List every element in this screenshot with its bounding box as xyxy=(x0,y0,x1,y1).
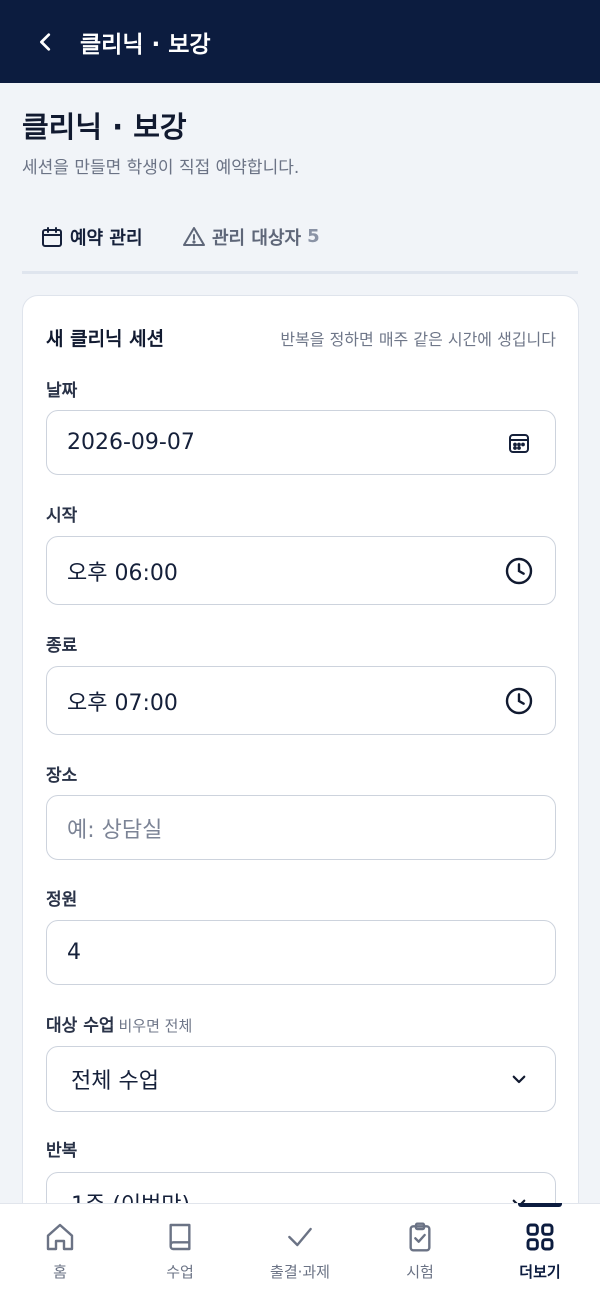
page-title: 클리닉 · 보강 xyxy=(22,110,187,144)
nav-label: 시험 xyxy=(406,1263,434,1281)
active-indicator xyxy=(518,1203,562,1207)
card-hint: 반복을 정하면 매주 같은 시간에 생깁니다 xyxy=(280,330,556,349)
nav-classes[interactable]: 수업 xyxy=(120,1204,240,1298)
home-icon xyxy=(44,1219,76,1255)
nav-label: 더보기 xyxy=(519,1263,561,1281)
capacity-input[interactable]: 4 xyxy=(46,920,556,985)
date-input[interactable]: 2026-09-07 xyxy=(46,410,556,475)
capacity-value: 4 xyxy=(67,940,81,965)
nav-label: 수업 xyxy=(166,1263,194,1281)
start-time-value: 오후 06:00 xyxy=(67,560,178,586)
chevron-left-icon xyxy=(40,32,51,51)
date-value: 2026-09-07 xyxy=(67,430,195,455)
place-placeholder: 예: 상담실 xyxy=(67,817,163,843)
bottom-navigation: 홈 수업 출결·과제 시험 더보기 xyxy=(0,1203,600,1298)
end-time-value: 오후 07:00 xyxy=(67,690,178,716)
card-title: 새 클리닉 세션 xyxy=(46,328,165,350)
target-class-selected: 전체 수업 xyxy=(71,1069,159,1094)
end-label: 종료 xyxy=(46,636,78,656)
book-icon xyxy=(164,1219,196,1255)
date-label: 날짜 xyxy=(46,381,78,401)
nav-attendance[interactable]: 출결·과제 xyxy=(240,1204,360,1298)
target-class-label: 대상 수업 비우면 전체 xyxy=(46,1011,192,1036)
target-class-label-text: 대상 수업 xyxy=(46,1016,115,1036)
tab-bar: 예약 관리 관리 대상자 5 xyxy=(22,208,578,274)
capacity-label: 정원 xyxy=(46,890,78,910)
tab-managed-students[interactable]: 관리 대상자 5 xyxy=(182,208,320,265)
end-time-input[interactable]: 오후 07:00 xyxy=(46,666,556,735)
back-button[interactable] xyxy=(16,0,76,83)
warning-icon xyxy=(183,226,205,246)
tab-count-badge: 5 xyxy=(307,226,320,247)
new-session-card: 새 클리닉 세션 반복을 정하면 매주 같은 시간에 생깁니다 날짜 2026-… xyxy=(22,295,579,1255)
calendar-icon xyxy=(42,226,62,247)
target-class-select[interactable]: 전체 수업 xyxy=(46,1046,556,1112)
nav-more[interactable]: 더보기 xyxy=(480,1203,600,1298)
clipboard-check-icon xyxy=(404,1219,436,1255)
place-label: 장소 xyxy=(46,766,78,786)
calendar-picker-icon[interactable] xyxy=(503,427,535,459)
clock-icon[interactable] xyxy=(503,685,535,717)
nav-home[interactable]: 홈 xyxy=(0,1204,120,1298)
clock-icon[interactable] xyxy=(503,555,535,587)
start-label: 시작 xyxy=(46,506,78,526)
header-title: 클리닉 · 보강 xyxy=(80,31,211,58)
target-class-hint: 비우면 전체 xyxy=(118,1017,193,1035)
tab-label: 관리 대상자 xyxy=(212,227,302,249)
nav-exams[interactable]: 시험 xyxy=(360,1204,480,1298)
page-subtitle: 세션을 만들면 학생이 직접 예약합니다. xyxy=(22,158,300,178)
tab-label: 예약 관리 xyxy=(70,227,143,249)
repeat-label: 반복 xyxy=(46,1141,78,1161)
tab-reservations[interactable]: 예약 관리 xyxy=(40,208,143,265)
nav-label: 홈 xyxy=(53,1263,67,1281)
grid-icon xyxy=(524,1219,556,1255)
nav-label: 출결·과제 xyxy=(270,1263,330,1281)
start-time-input[interactable]: 오후 06:00 xyxy=(46,536,556,605)
place-input[interactable]: 예: 상담실 xyxy=(46,795,556,860)
app-header: 클리닉 · 보강 xyxy=(0,0,600,83)
chevron-down-icon xyxy=(503,1063,535,1095)
check-icon xyxy=(284,1219,316,1255)
